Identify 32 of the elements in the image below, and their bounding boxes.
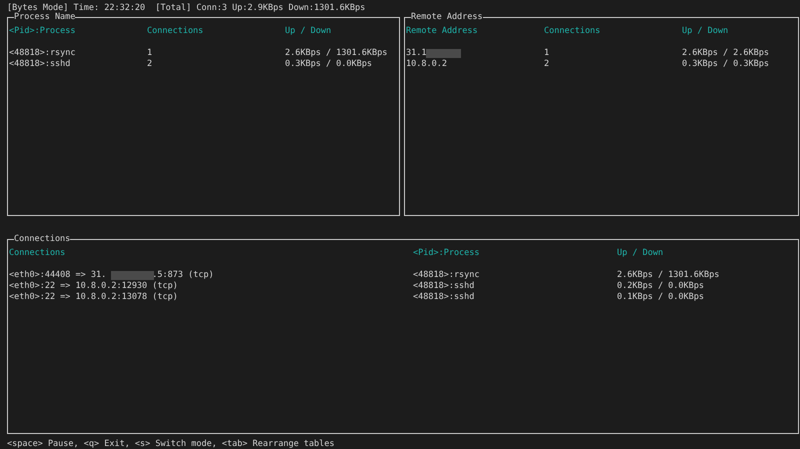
column-header: Connections: [147, 26, 204, 37]
table-cell: <48818>:sshd: [413, 281, 474, 291]
status-text: [Bytes Mode] Time: 22:32:20 [Total] Conn:3 Up:2.9KBps Down:1301.6KBps: [7, 3, 366, 13]
table-cell: <eth0>:44408 => 31. .5:873 (tcp): [9, 270, 214, 280]
column-header: Up / Down: [617, 248, 664, 259]
table-cell: 0.2KBps / 0.0KBps: [617, 281, 704, 291]
table-cell: 1: [147, 48, 152, 58]
table-cell: <48818>:sshd: [9, 59, 70, 69]
column-header: Connections: [544, 26, 602, 37]
column-header: Connections: [9, 248, 66, 259]
table-cell: <eth0>:22 => 10.8.0.2:13078 (tcp): [9, 292, 178, 302]
table-cell: 0.3KBps / 0.3KBps: [682, 59, 769, 69]
table-cell: 10.8.0.2: [406, 59, 447, 69]
column-header: Up / Down: [682, 26, 730, 37]
column-header: Remote Address: [406, 26, 479, 37]
key-hint-text: <space> Pause, <q> Exit, <s> Switch mode, <tab> Rearrange tables: [7, 439, 335, 449]
table-cell: 0.3KBps / 0.0KBps: [285, 59, 372, 69]
table-cell: 0.1KBps / 0.0KBps: [617, 292, 704, 302]
table-cell: <48818>:sshd: [413, 292, 474, 302]
table-cell: <48818>:rsync: [9, 48, 76, 58]
column-header: <Pid>:Process: [9, 26, 77, 37]
table-cell: 1: [544, 48, 550, 58]
column-header: Up / Down: [285, 26, 332, 37]
table-cell: 2: [147, 59, 152, 69]
table-cell: 2: [544, 59, 550, 69]
table-cell: 2.6KBps / 1301.6KBps: [285, 48, 388, 58]
table-cell: <eth0>:22 => 10.8.0.2:12930 (tcp): [9, 281, 178, 291]
table-cell: 2.6KBps / 1301.6KBps: [617, 270, 720, 280]
table-cell: 2.6KBps / 2.6KBps: [682, 48, 769, 58]
column-header: <Pid>:Process: [413, 248, 481, 259]
table-cell: 31.1: [406, 48, 426, 58]
table-cell: <48818>:rsync: [413, 270, 480, 280]
